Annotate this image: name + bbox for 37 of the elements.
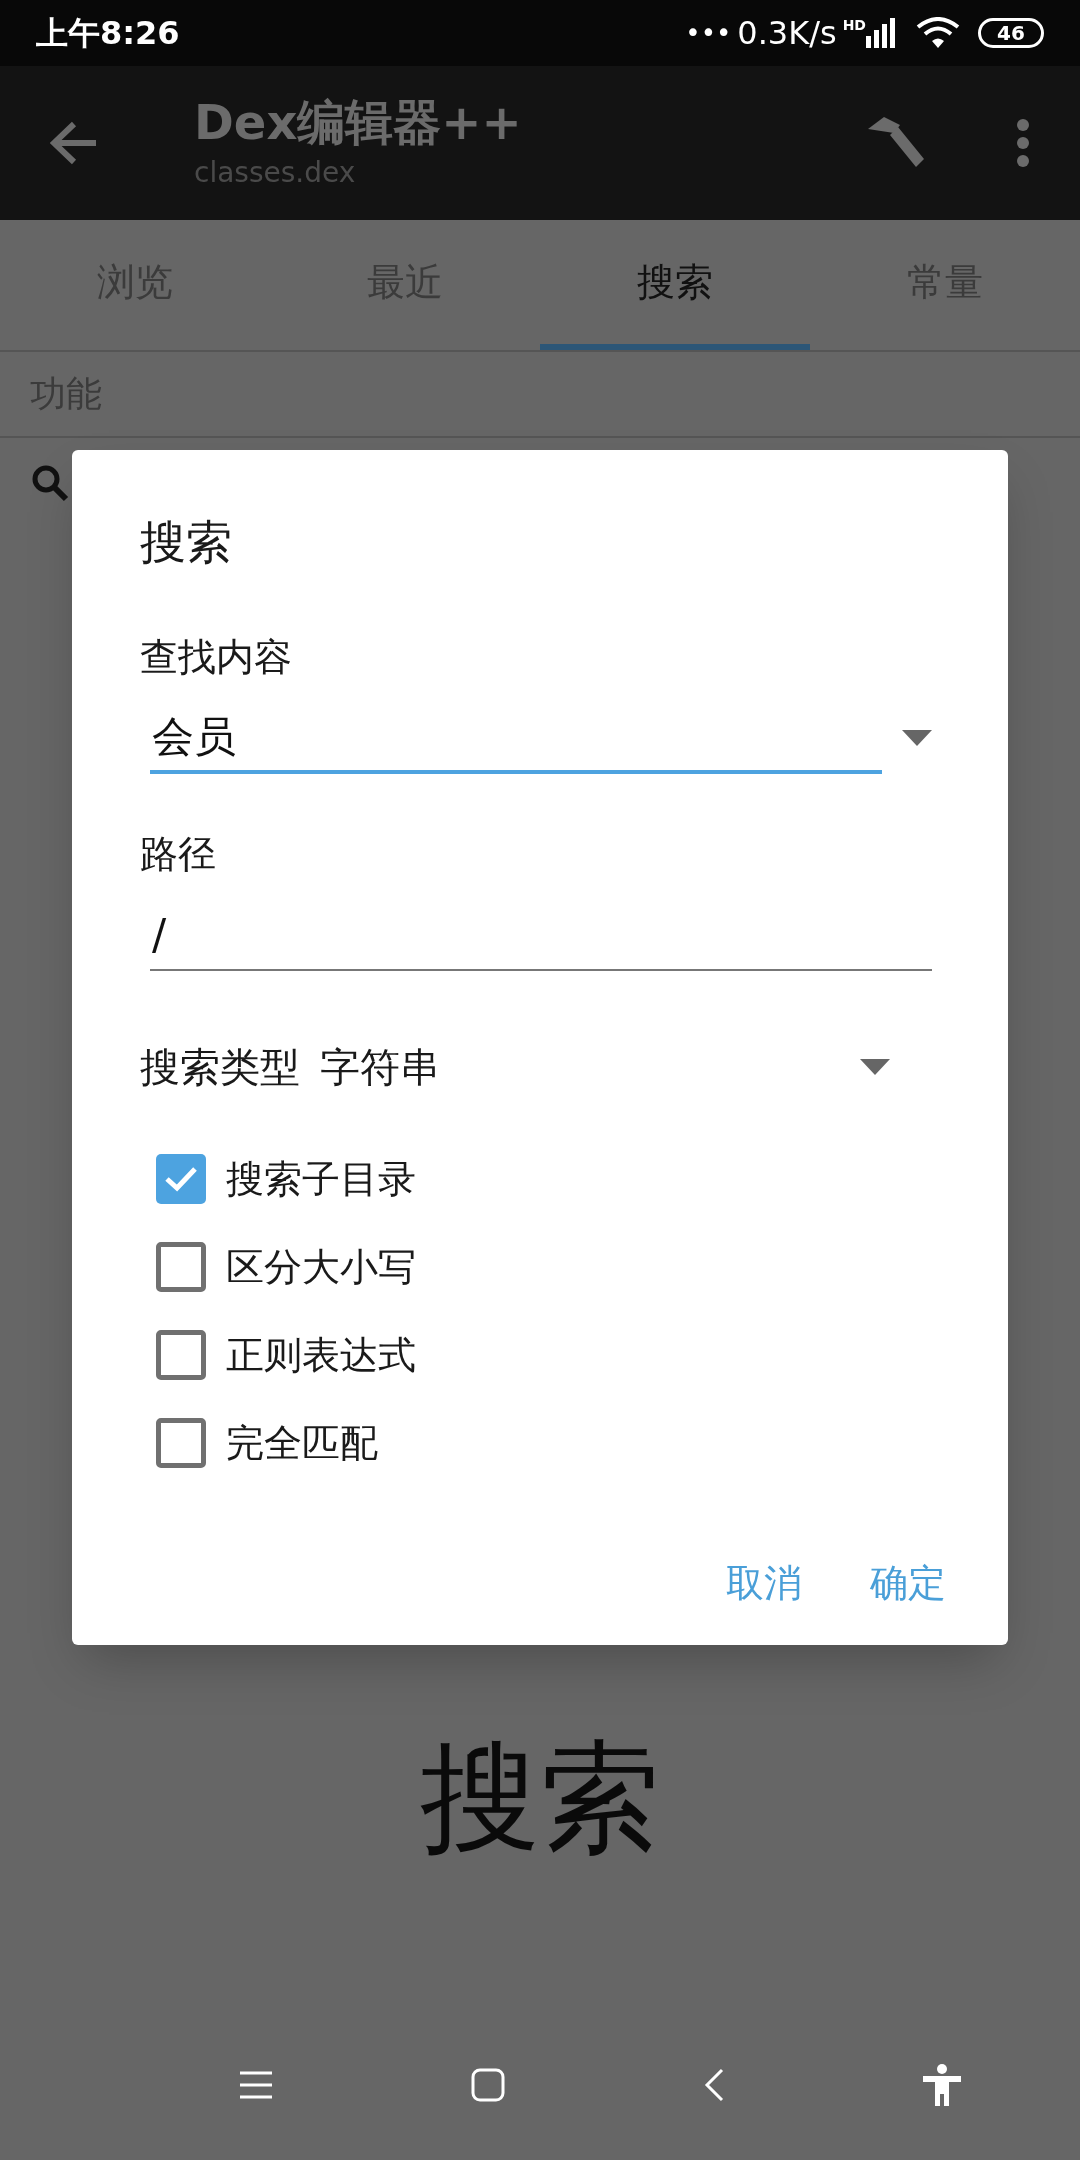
search-type-dropdown[interactable]: 搜索类型 字符串 — [140, 1027, 952, 1107]
background-heading: 搜索 — [420, 1727, 660, 1869]
dialog-title: 搜索 — [140, 514, 233, 571]
signal-label: HD — [842, 18, 866, 32]
back-arrow-icon[interactable] — [50, 121, 98, 165]
input-field[interactable]: / — [150, 899, 932, 971]
accessibility-icon[interactable] — [922, 2064, 961, 2106]
back-chevron-icon[interactable] — [703, 2068, 724, 2102]
dialog-button[interactable]: 确定 — [864, 1547, 952, 1620]
field-label: 路径 — [140, 831, 217, 878]
checkbox[interactable] — [156, 1154, 206, 1204]
checkbox[interactable] — [156, 1242, 206, 1292]
network-dots: ••• — [685, 16, 732, 50]
tab[interactable]: 搜索 — [540, 220, 810, 350]
menu-icon[interactable] — [239, 2071, 272, 2099]
dialog-button[interactable]: 取消 — [720, 1547, 808, 1620]
input-field[interactable]: 会员 — [150, 702, 882, 774]
battery-level: 46 — [997, 23, 1025, 43]
wifi-icon — [916, 17, 960, 49]
checkbox-label: 搜索子目录 — [226, 1155, 416, 1203]
checkmark-icon — [164, 1166, 198, 1192]
home-square-icon[interactable] — [470, 2068, 505, 2102]
more-menu-icon[interactable] — [1016, 119, 1030, 167]
status-time: 上午8:26 — [36, 13, 180, 54]
checkbox[interactable] — [156, 1330, 206, 1380]
search-icon[interactable] — [30, 463, 70, 503]
search-type-label: 搜索类型 — [140, 1044, 300, 1090]
checkbox-label: 完全匹配 — [226, 1419, 378, 1467]
dropdown-caret-icon[interactable] — [902, 730, 932, 746]
network-speed: 0.3K/s — [737, 13, 837, 54]
app-title: Dex编辑器++ — [194, 93, 523, 152]
search-type-value: 字符串 — [320, 1044, 440, 1090]
checkbox-label: 区分大小写 — [226, 1243, 416, 1291]
checkbox-label: 正则表达式 — [226, 1331, 416, 1379]
field-label: 查找内容 — [140, 634, 293, 681]
checkbox[interactable] — [156, 1418, 206, 1468]
dropdown-caret-icon[interactable] — [860, 1059, 890, 1075]
